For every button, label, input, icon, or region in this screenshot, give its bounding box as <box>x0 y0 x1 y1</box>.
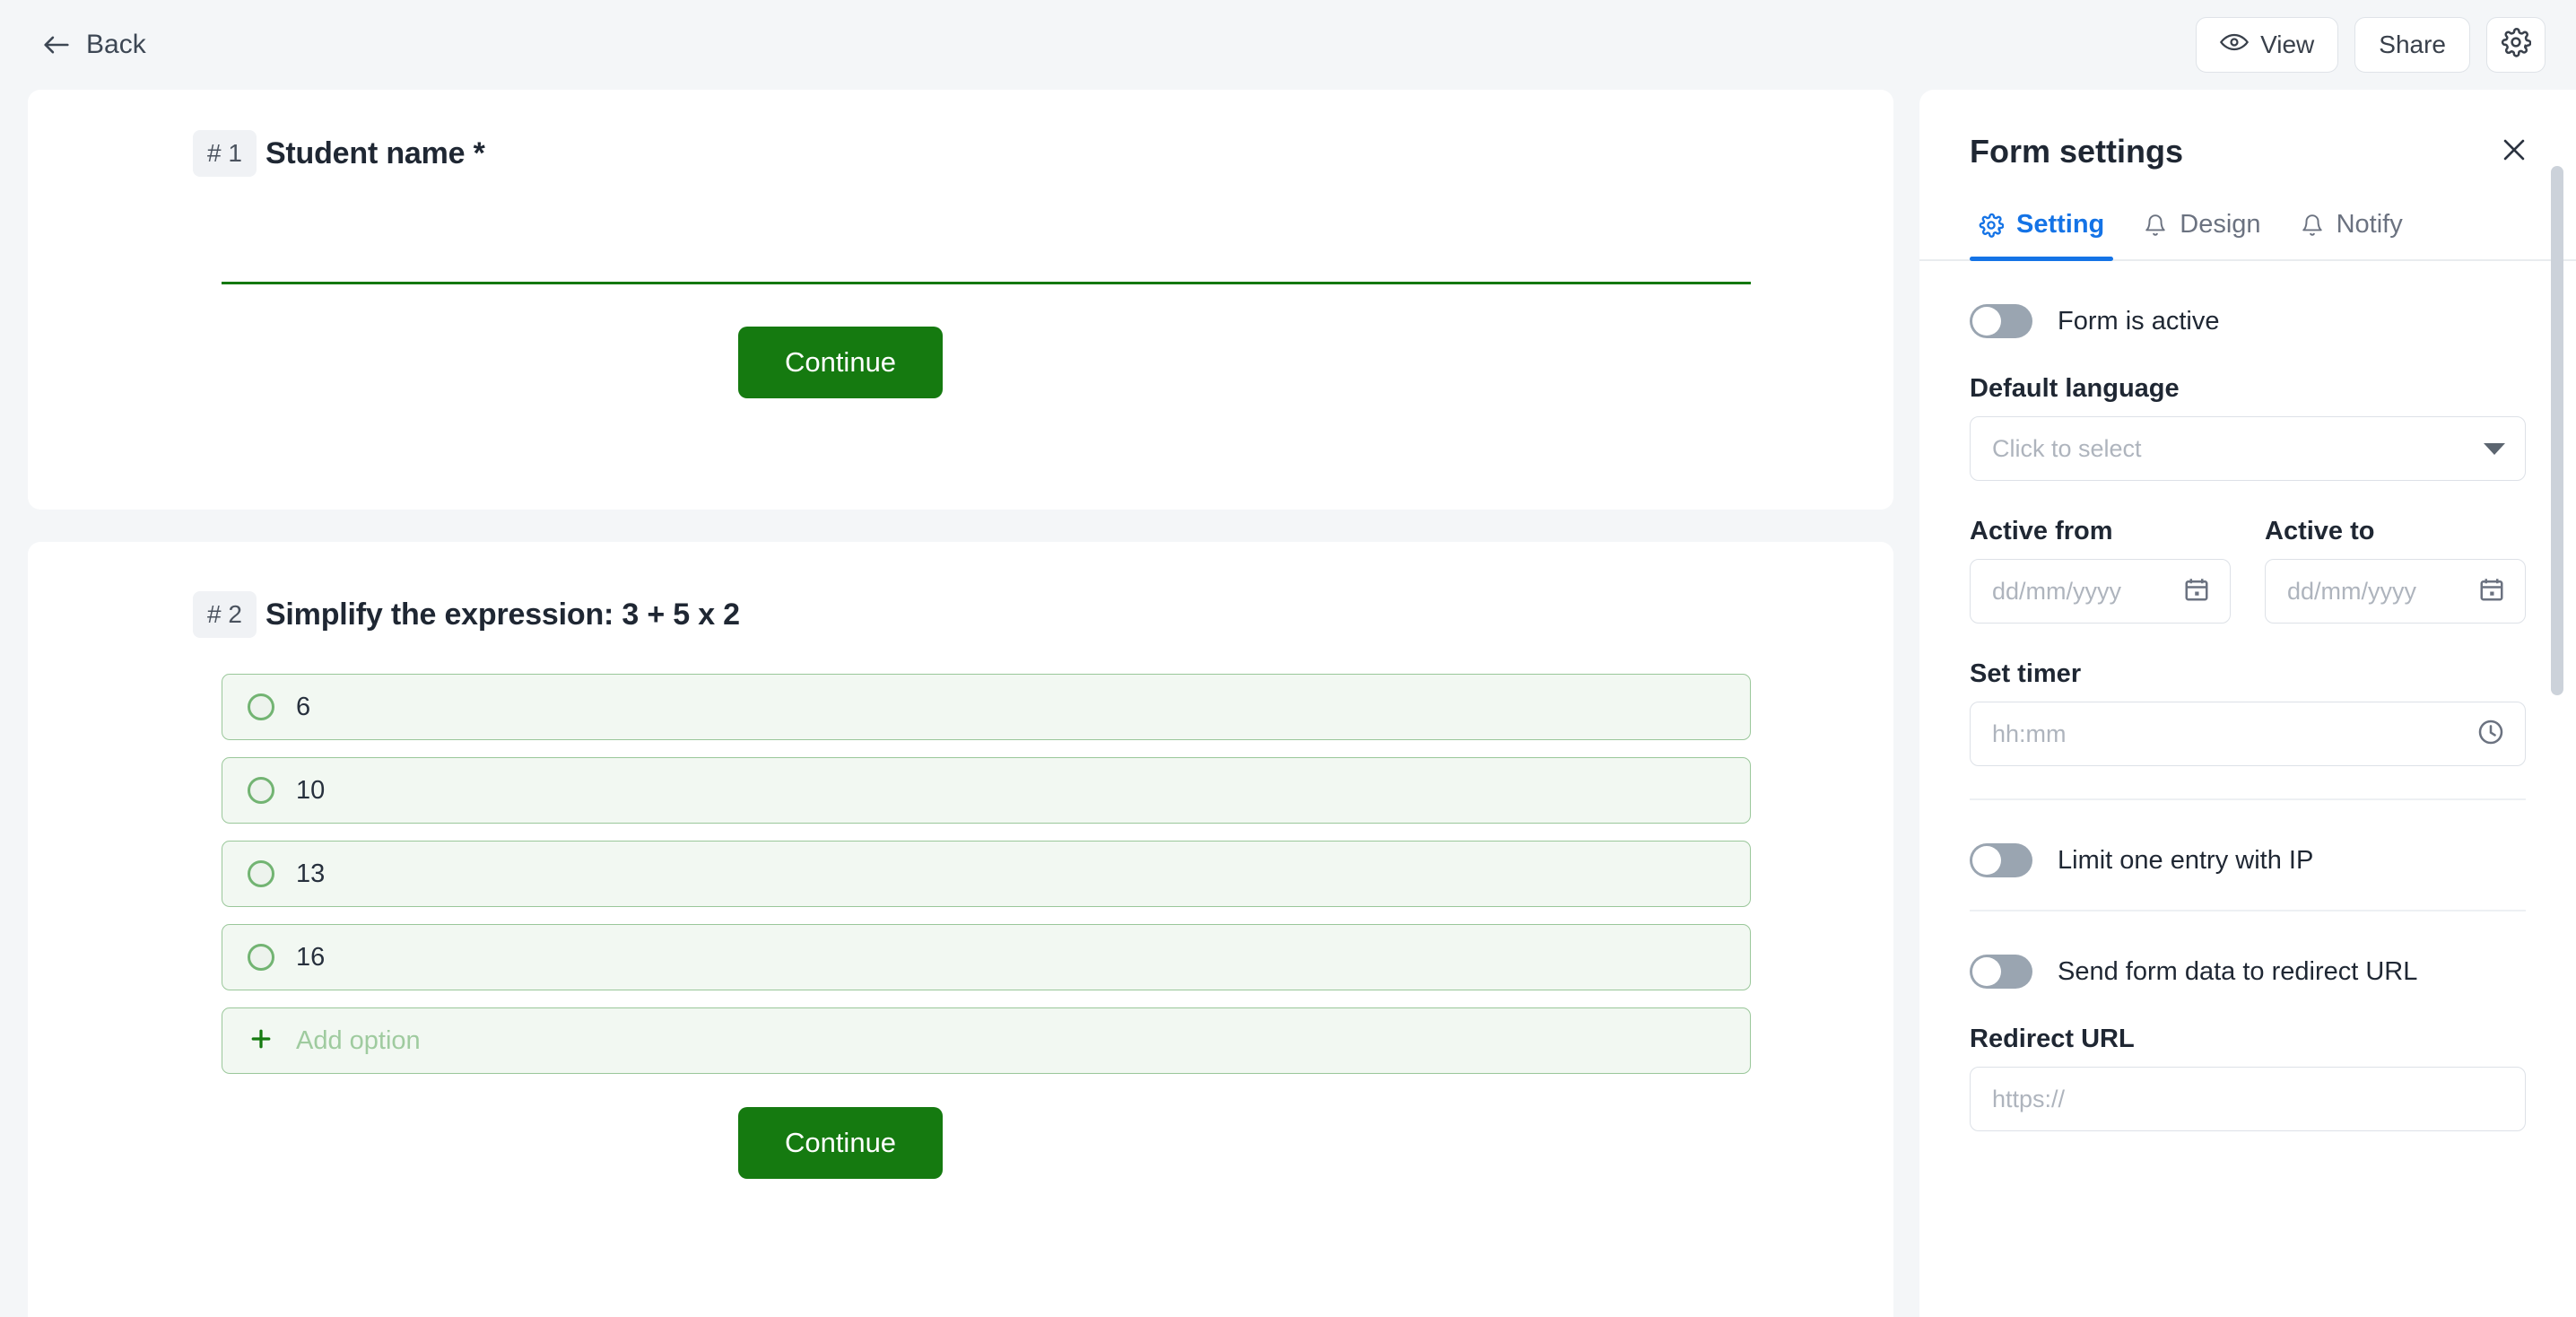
add-option-label: Add option <box>296 1025 421 1055</box>
question-actions: Continue <box>28 327 1893 398</box>
continue-button[interactable]: Continue <box>738 1107 943 1179</box>
short-text-answer-input[interactable] <box>222 243 1751 284</box>
option-row[interactable]: 16 <box>222 924 1751 990</box>
gear-icon <box>2501 27 2532 64</box>
chevron-down-icon <box>2484 442 2505 455</box>
option-list: 6 10 13 16 Add option <box>222 674 1751 1074</box>
share-button-label: Share <box>2379 31 2446 58</box>
active-to-label: Active to <box>2265 517 2375 545</box>
tab-design[interactable]: Design <box>2135 210 2291 259</box>
active-to-input[interactable]: dd/mm/yyyy <box>2265 559 2526 624</box>
close-icon[interactable] <box>2499 135 2529 170</box>
limit-ip-toggle[interactable] <box>1970 843 2032 877</box>
option-row[interactable]: 13 <box>222 841 1751 907</box>
set-timer-label: Set timer <box>1970 659 2082 688</box>
radio-icon[interactable] <box>248 777 274 804</box>
add-option-button[interactable]: Add option <box>222 1007 1751 1074</box>
send-data-label: Send form data to redirect URL <box>2058 956 2418 986</box>
toolbar-actions: View Share <box>2196 17 2546 73</box>
plus-icon <box>248 1025 274 1057</box>
question-title: Student name * <box>265 135 485 170</box>
bell-icon <box>2144 213 2167 238</box>
calendar-icon[interactable] <box>2183 576 2210 607</box>
question-number-badge: # 2 <box>193 591 257 638</box>
form-settings-panel: Form settings Setting Design Notify Form… <box>1919 90 2576 1317</box>
share-button[interactable]: Share <box>2354 17 2470 73</box>
option-row[interactable]: 10 <box>222 757 1751 824</box>
send-data-toggle[interactable] <box>1970 955 2032 989</box>
default-language-label: Default language <box>1970 374 2180 403</box>
redirect-url-input[interactable]: https:// <box>1970 1067 2526 1131</box>
panel-tabs: Setting Design Notify <box>1919 210 2576 261</box>
radio-icon[interactable] <box>248 693 274 720</box>
active-range-row: Active from dd/mm/yyyy Active to dd/mm/y… <box>1970 481 2526 624</box>
active-from-input[interactable]: dd/mm/yyyy <box>1970 559 2231 624</box>
limit-ip-row: Limit one entry with IP <box>1970 843 2526 877</box>
form-active-toggle[interactable] <box>1970 304 2032 338</box>
question-card[interactable]: # 1 Student name * Continue <box>28 90 1893 510</box>
question-actions: Continue <box>28 1107 1893 1179</box>
view-button[interactable]: View <box>2196 17 2339 73</box>
limit-ip-label: Limit one entry with IP <box>2058 845 2314 875</box>
default-language-select[interactable]: Click to select <box>1970 416 2526 481</box>
gear-icon <box>1979 213 2004 238</box>
send-data-row: Send form data to redirect URL <box>1970 955 2526 989</box>
radio-icon[interactable] <box>248 860 274 887</box>
back-button[interactable]: Back <box>34 24 153 65</box>
bell-icon <box>2301 213 2324 238</box>
back-button-label: Back <box>86 30 146 59</box>
form-active-row: Form is active <box>1970 304 2526 338</box>
section-divider <box>1970 910 2526 911</box>
panel-scrollbar[interactable] <box>2551 166 2563 695</box>
arrow-left-icon <box>41 31 72 58</box>
question-number-badge: # 1 <box>193 130 257 177</box>
active-from-placeholder: dd/mm/yyyy <box>1992 577 2122 605</box>
active-from-group: Active from dd/mm/yyyy <box>1970 481 2231 624</box>
redirect-url-placeholder: https:// <box>1992 1085 2066 1112</box>
question-title: Simplify the expression: 3 + 5 x 2 <box>265 597 740 632</box>
active-to-group: Active to dd/mm/yyyy <box>2265 481 2526 624</box>
tab-design-label: Design <box>2180 210 2261 239</box>
section-divider <box>1970 798 2526 800</box>
option-row[interactable]: 6 <box>222 674 1751 740</box>
tab-notify[interactable]: Notify <box>2292 210 2433 259</box>
question-header: # 1 Student name * <box>28 130 1893 177</box>
form-active-label: Form is active <box>2058 306 2220 336</box>
view-button-label: View <box>2260 31 2315 58</box>
set-timer-placeholder: hh:mm <box>1992 720 2067 747</box>
tab-notify-label: Notify <box>2336 210 2403 239</box>
option-label: 6 <box>296 692 311 721</box>
panel-content: Form is active Default language Click to… <box>1919 304 2576 1131</box>
redirect-url-label: Redirect URL <box>1970 1025 2135 1053</box>
form-settings-button[interactable] <box>2486 17 2546 73</box>
continue-button[interactable]: Continue <box>738 327 943 398</box>
option-label: 13 <box>296 859 326 888</box>
active-to-placeholder: dd/mm/yyyy <box>2287 577 2417 605</box>
tab-setting[interactable]: Setting <box>1970 210 2135 261</box>
eye-icon <box>2220 31 2250 59</box>
default-language-value: Click to select <box>1992 434 2142 462</box>
question-card[interactable]: # 2 Simplify the expression: 3 + 5 x 2 6… <box>28 542 1893 1317</box>
option-label: 16 <box>296 942 326 972</box>
set-timer-input[interactable]: hh:mm <box>1970 702 2526 766</box>
clock-icon[interactable] <box>2476 718 2505 751</box>
radio-icon[interactable] <box>248 944 274 971</box>
tab-setting-label: Setting <box>2016 210 2105 239</box>
question-header: # 2 Simplify the expression: 3 + 5 x 2 <box>28 591 1893 638</box>
top-toolbar: Back View Share <box>0 0 2576 90</box>
active-from-label: Active from <box>1970 517 2113 545</box>
panel-title: Form settings <box>1970 133 2184 170</box>
calendar-icon[interactable] <box>2478 576 2505 607</box>
panel-header: Form settings <box>1919 90 2576 170</box>
form-canvas: # 1 Student name * Continue # 2 Simplify… <box>0 90 1919 1317</box>
option-label: 10 <box>296 775 326 805</box>
